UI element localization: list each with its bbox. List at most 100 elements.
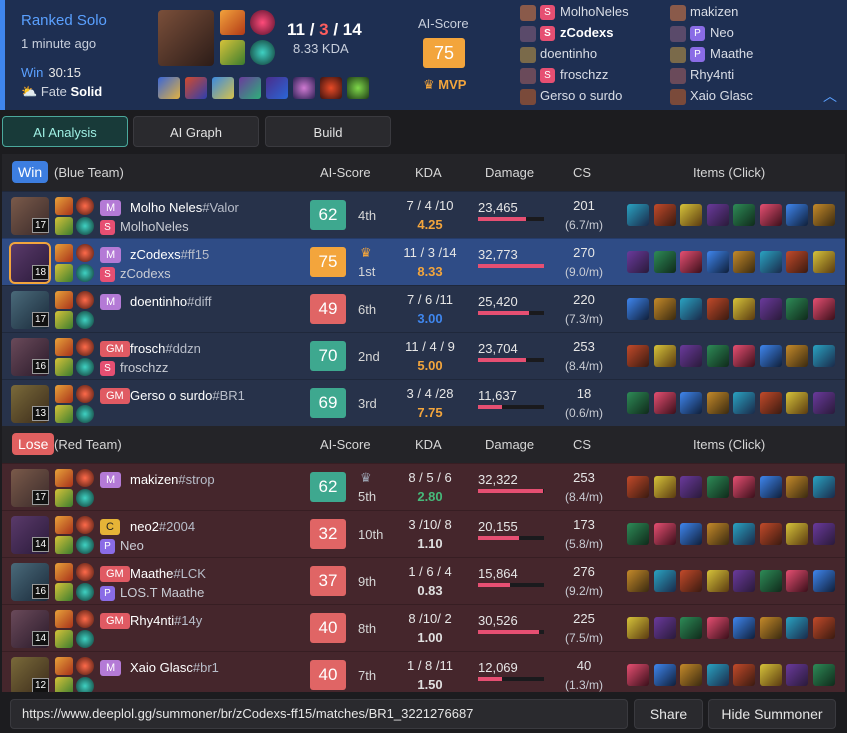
summoner-spell-icon[interactable] (55, 583, 73, 601)
summoner-name-link[interactable]: Maathe#LCK (130, 566, 206, 581)
item-icon[interactable] (706, 298, 729, 320)
item-icon[interactable] (627, 298, 649, 320)
share-button[interactable]: Share (634, 699, 703, 729)
keystone-rune-icon[interactable] (76, 197, 94, 215)
item-icon[interactable] (759, 570, 782, 592)
player-row[interactable]: 12 M Xaio Glasc#br1 40 7th 1 / 8 /11 1.50 12,06… (2, 651, 845, 698)
item-icon[interactable] (786, 392, 808, 414)
item-icon[interactable] (706, 251, 729, 273)
roster-player[interactable]: Gerso o surdo (520, 87, 622, 105)
item-icon[interactable] (733, 251, 755, 273)
item-icon[interactable] (733, 298, 755, 320)
tab-ai-analysis[interactable]: AI Analysis (2, 116, 128, 147)
item-icon[interactable] (733, 617, 755, 639)
item-icon[interactable] (812, 476, 835, 498)
item-icon[interactable] (706, 345, 729, 367)
item-icon[interactable] (759, 345, 782, 367)
keystone-rune-icon[interactable] (76, 563, 94, 581)
roster-player[interactable]: S MolhoNeles (520, 3, 629, 21)
item-icon[interactable] (733, 476, 755, 498)
summoner-name-link[interactable]: Rhy4nti#14y (130, 613, 202, 628)
secondary-rune-icon[interactable] (76, 217, 94, 235)
item-icon[interactable] (759, 523, 782, 545)
secondary-rune-icon[interactable] (76, 405, 94, 423)
secondary-rune-icon[interactable] (76, 489, 94, 507)
item-icon[interactable] (812, 345, 835, 367)
summoner-spell-icon[interactable] (55, 338, 73, 356)
item-icon[interactable] (653, 664, 676, 686)
summoner-spell-icon[interactable] (55, 217, 73, 235)
item-icon[interactable] (812, 251, 835, 273)
summoner-spell-icon[interactable] (55, 489, 73, 507)
smite-spell-icon[interactable] (220, 40, 245, 65)
item-icon[interactable] (786, 523, 808, 545)
item-icon[interactable] (680, 523, 702, 545)
item-icon[interactable] (759, 251, 782, 273)
item-icon[interactable] (627, 523, 649, 545)
item-icon[interactable] (786, 664, 808, 686)
secondary-rune-icon[interactable] (76, 630, 94, 648)
player-row[interactable]: 14 GM Rhy4nti#14y 40 8th 8 /10/ 2 1.00 30,526 22… (2, 604, 845, 651)
item-icon[interactable] (680, 664, 702, 686)
player-row[interactable]: 17 M Molho Neles#Valor S MolhoNeles 62 4th 7 / … (2, 191, 845, 238)
item-icon[interactable] (627, 476, 649, 498)
keystone-rune-icon[interactable] (76, 244, 94, 262)
player-row[interactable]: 13 GM Gerso o surdo#BR1 69 3rd 3 / 4 /28 7.75 1… (2, 379, 845, 426)
keystone-rune-icon[interactable] (76, 338, 94, 356)
tab-ai-graph[interactable]: AI Graph (133, 116, 259, 147)
secondary-rune-icon[interactable] (76, 536, 94, 554)
item-icon[interactable] (653, 523, 676, 545)
player-row[interactable]: 17 Mmakizen#strop 62 ♛ 5th 8 / 5 / 6 2.80 32,32… (2, 463, 845, 510)
item-icon[interactable] (733, 204, 755, 226)
item-icon[interactable] (680, 617, 702, 639)
summoner-spell-icon[interactable] (55, 563, 73, 581)
summoner-name-link[interactable]: frosch#ddzn (130, 341, 201, 356)
item-icon[interactable] (158, 77, 180, 99)
item-icon[interactable] (212, 77, 234, 99)
item-icon[interactable] (786, 570, 808, 592)
item-icon[interactable] (706, 476, 729, 498)
keystone-rune-icon[interactable] (76, 291, 94, 309)
item-icon[interactable] (759, 664, 782, 686)
item-icon[interactable] (759, 476, 782, 498)
item-icon[interactable] (680, 298, 702, 320)
item-icon[interactable] (653, 298, 676, 320)
item-icon[interactable] (653, 617, 676, 639)
keystone-rune-icon[interactable] (250, 10, 275, 35)
roster-player[interactable]: makizen (670, 3, 738, 21)
summoner-spell-icon[interactable] (55, 291, 73, 309)
item-icon[interactable] (627, 570, 649, 592)
player-row[interactable]: 16 GM Maathe#LCK P LOS.T Maathe 37 9th 1 / 6 / … (2, 557, 845, 604)
roster-player[interactable]: SzCodexs (520, 24, 613, 42)
item-icon[interactable] (759, 617, 782, 639)
item-icon[interactable] (627, 617, 649, 639)
summoner-spell-icon[interactable] (55, 358, 73, 376)
summoner-spell-icon[interactable] (55, 311, 73, 329)
summoner-name-link[interactable]: Gerso o surdo#BR1 (130, 388, 245, 403)
item-icon[interactable] (786, 345, 808, 367)
item-icon[interactable] (786, 617, 808, 639)
item-icon[interactable] (653, 204, 676, 226)
item-icon[interactable] (680, 476, 702, 498)
roster-player[interactable]: Xaio Glasc (670, 87, 753, 105)
item-icon[interactable] (733, 345, 755, 367)
item-icon[interactable] (786, 476, 808, 498)
summoner-name-link[interactable]: makizen#strop (130, 472, 215, 487)
item-icon[interactable] (812, 298, 835, 320)
item-icon[interactable] (733, 392, 755, 414)
item-icon[interactable] (812, 664, 835, 686)
keystone-rune-icon[interactable] (76, 385, 94, 403)
item-icon[interactable] (759, 204, 782, 226)
hide-summoner-button[interactable]: Hide Summoner (708, 699, 836, 729)
item-icon[interactable] (812, 204, 835, 226)
item-icon[interactable] (185, 77, 207, 99)
secondary-rune-icon[interactable] (250, 40, 275, 65)
item-icon[interactable] (680, 345, 702, 367)
item-icon[interactable] (812, 617, 835, 639)
item-icon[interactable] (680, 204, 702, 226)
item-icon[interactable] (706, 664, 729, 686)
summoner-spell-icon[interactable] (55, 405, 73, 423)
match-url-field[interactable]: https://www.deeplol.gg/summoner/br/zCode… (10, 699, 628, 729)
item-icon[interactable] (812, 523, 835, 545)
item-icon[interactable] (786, 251, 808, 273)
